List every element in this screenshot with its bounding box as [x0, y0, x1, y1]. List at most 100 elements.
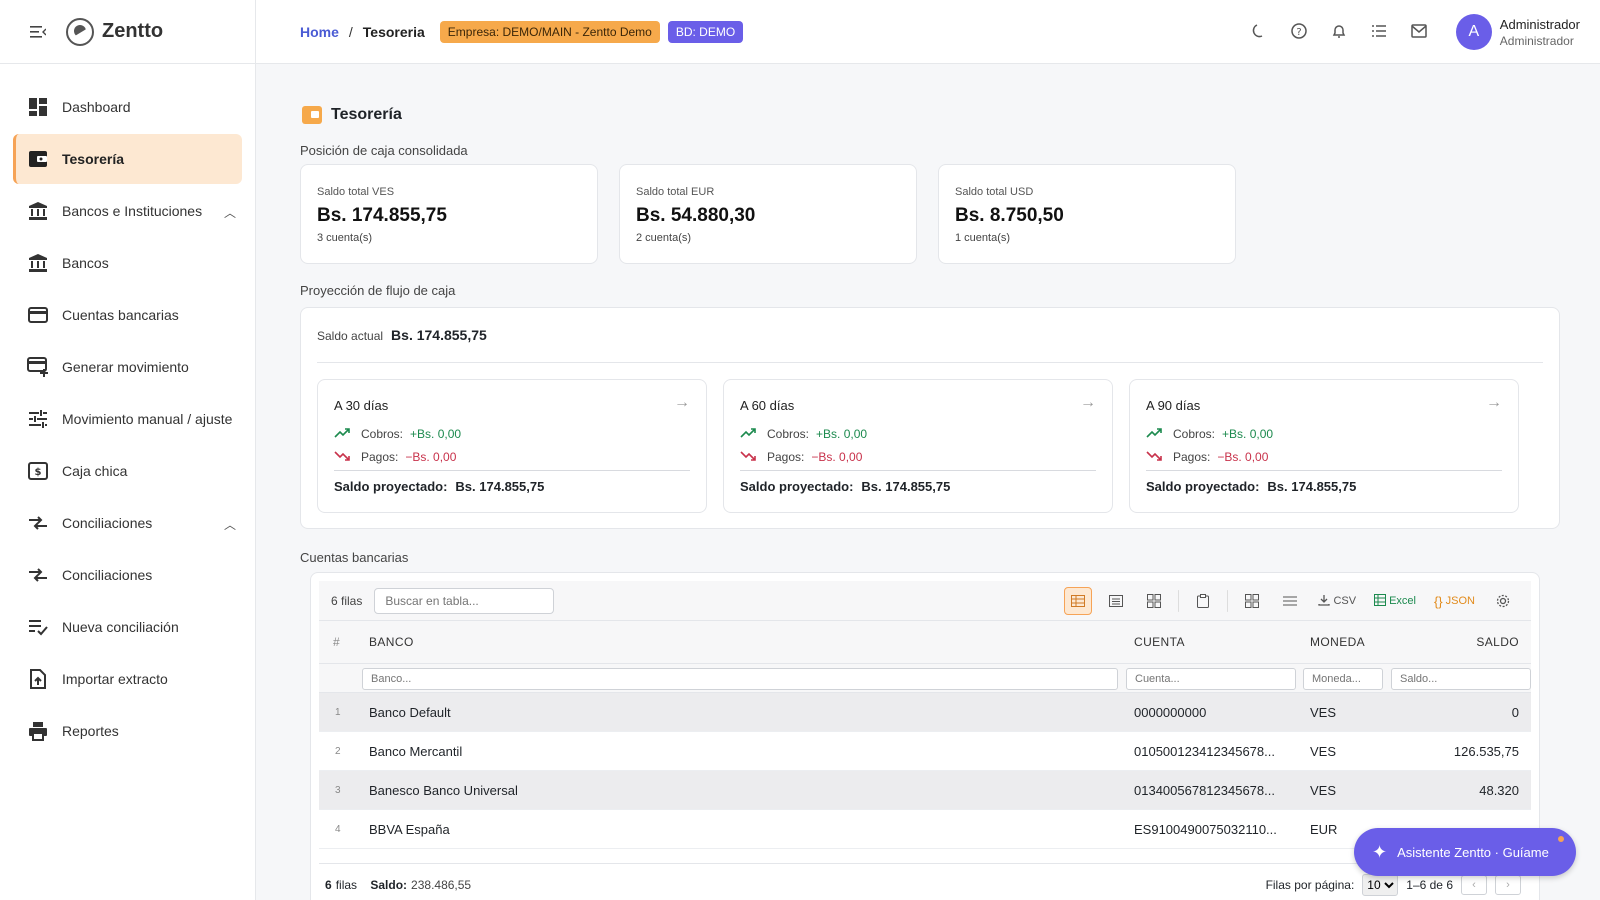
summary-card-ves: Saldo total VES Bs. 174.855,75 3 cuenta(… — [300, 164, 598, 264]
column-header-banco[interactable]: BANCO — [369, 635, 414, 649]
rows-view-icon[interactable] — [1102, 587, 1130, 615]
sidebar-item-bancos[interactable]: Bancos — [13, 238, 242, 288]
chevron-up-icon[interactable]: ︿ — [224, 204, 236, 221]
bank-icon — [27, 200, 49, 222]
sidebar-item-label: Importar extracto — [62, 671, 168, 687]
sidebar-item-movimiento-manual[interactable]: Movimiento manual / ajuste — [13, 394, 242, 444]
compare-icon — [27, 564, 49, 586]
summary-card-usd: Saldo total USD Bs. 8.750,50 1 cuenta(s) — [938, 164, 1236, 264]
tune-icon — [27, 408, 49, 430]
export-csv-button[interactable]: CSV — [1314, 587, 1360, 615]
arrow-right-icon[interactable]: → — [1080, 394, 1096, 412]
menu-collapse-icon[interactable] — [28, 22, 48, 42]
sidebar-item-caja-chica[interactable]: $ Caja chica — [13, 446, 242, 496]
notification-dot — [1558, 836, 1564, 842]
sidebar-item-label: Conciliaciones — [62, 515, 153, 531]
clipboard-icon[interactable] — [1189, 587, 1217, 615]
cobros-value: +Bs. 0,00 — [1222, 426, 1274, 441]
spreadsheet-icon — [1374, 593, 1387, 609]
sidebar-item-label: Cuentas bancarias — [62, 307, 179, 323]
projection-card: Saldo actual Bs. 174.855,75 A 30 días → … — [300, 307, 1560, 529]
sidebar-item-bancos-instituciones[interactable]: Bancos e Instituciones ︿ — [13, 186, 242, 236]
empresa-chip[interactable]: Empresa: DEMO/MAIN - Zentto Demo — [439, 20, 660, 43]
sidebar-item-generar-movimiento[interactable]: Generar movimiento — [13, 342, 242, 392]
column-header-saldo[interactable]: SALDO — [1476, 635, 1519, 649]
footer-saldo-label: Saldo: — [370, 878, 408, 892]
arrow-right-icon[interactable]: → — [1486, 394, 1502, 412]
cell-banco: Banesco Banco Universal — [369, 783, 518, 798]
cobros-label: Cobros: — [361, 426, 404, 441]
mail-icon[interactable] — [1408, 20, 1430, 42]
cash-icon: $ — [27, 460, 49, 482]
current-balance-label: Saldo actual — [317, 329, 384, 343]
summary-card-eur: Saldo total EUR Bs. 54.880,30 2 cuenta(s… — [619, 164, 917, 264]
card-add-icon — [27, 356, 49, 378]
sidebar-item-nueva-conciliacion[interactable]: Nueva conciliación — [13, 602, 242, 652]
bell-icon[interactable] — [1328, 20, 1350, 42]
download-icon — [1318, 594, 1331, 609]
pagos-value: −Bs. 0,00 — [1217, 449, 1269, 464]
cobros-label: Cobros: — [767, 426, 810, 441]
next-page-button[interactable]: › — [1495, 875, 1521, 895]
row-number: 1 — [335, 707, 341, 718]
sidebar-item-dashboard[interactable]: Dashboard — [13, 82, 242, 132]
sidebar-item-cuentas-bancarias[interactable]: Cuentas bancarias — [13, 290, 242, 340]
columns-icon[interactable] — [1238, 587, 1266, 615]
table-row[interactable]: 3 Banesco Banco Universal 01340056781234… — [319, 771, 1531, 810]
row-number: 2 — [335, 746, 341, 757]
user-name: Administrador — [1499, 16, 1580, 32]
moon-icon[interactable] — [1248, 20, 1270, 42]
compare-icon — [27, 512, 49, 534]
printer-icon — [27, 720, 49, 742]
grid-view-icon[interactable] — [1140, 587, 1168, 615]
filter-moneda-input[interactable] — [1303, 668, 1383, 690]
export-json-button[interactable]: {} JSON — [1430, 587, 1479, 615]
projection-section-label: Proyección de flujo de caja — [300, 283, 456, 298]
trending-down-icon — [334, 449, 352, 464]
projected-balance: Saldo proyectado: Bs. 174.855,75 — [1146, 479, 1356, 494]
column-header-cuenta[interactable]: CUENTA — [1134, 635, 1185, 649]
density-icon[interactable] — [1276, 587, 1304, 615]
sidebar-item-conciliaciones-group[interactable]: Conciliaciones ︿ — [13, 498, 242, 548]
column-header-moneda[interactable]: MONEDA — [1310, 635, 1365, 649]
export-excel-button[interactable]: Excel — [1370, 587, 1420, 615]
filter-banco-input[interactable] — [362, 668, 1118, 690]
assistant-button[interactable]: ✦ Asistente Zentto · Guíame — [1354, 828, 1576, 876]
topbar: Home / Tesoreria Empresa: DEMO/MAIN - Ze… — [256, 0, 1600, 64]
table-view-icon[interactable] — [1064, 587, 1093, 615]
divider — [317, 362, 1543, 363]
sidebar-item-reportes[interactable]: Reportes — [13, 706, 242, 756]
filter-saldo-input[interactable] — [1391, 668, 1531, 690]
cell-saldo: 48.320 — [1479, 783, 1519, 798]
projected-balance-value: Bs. 174.855,75 — [1267, 479, 1357, 494]
export-csv-label: CSV — [1333, 595, 1357, 607]
position-section-label: Posición de caja consolidada — [300, 143, 468, 158]
user-menu[interactable]: A Administrador Administrador — [1455, 14, 1580, 50]
column-filters — [319, 663, 1531, 693]
breadcrumb-home[interactable]: Home — [300, 24, 339, 40]
avatar[interactable]: A — [1455, 14, 1492, 50]
arrow-right-icon[interactable]: → — [674, 394, 690, 412]
database-chip[interactable]: BD: DEMO — [667, 20, 744, 43]
projection-period-60: A 60 días → Cobros: +Bs. 0,00 Pagos: −Bs… — [723, 379, 1113, 513]
help-icon[interactable]: ? — [1288, 20, 1310, 42]
sidebar-item-conciliaciones[interactable]: Conciliaciones — [13, 550, 242, 600]
rows-per-page-select[interactable]: 10 — [1362, 874, 1399, 896]
projection-period-30: A 30 días → Cobros: +Bs. 0,00 Pagos: −Bs… — [317, 379, 707, 513]
chevron-up-icon[interactable]: ︿ — [224, 516, 236, 533]
sidebar-item-tesoreria[interactable]: Tesorería — [13, 134, 242, 184]
period-title: A 90 días — [1146, 398, 1201, 413]
topbar-actions: ? — [1248, 20, 1430, 42]
table-row[interactable]: 1 Banco Default 0000000000 VES 0 — [319, 693, 1531, 732]
cell-moneda: VES — [1310, 783, 1337, 798]
prev-page-button[interactable]: ‹ — [1461, 875, 1487, 895]
gear-icon[interactable] — [1489, 587, 1517, 615]
projected-balance-value: Bs. 174.855,75 — [455, 479, 545, 494]
current-balance: Saldo actual Bs. 174.855,75 — [317, 327, 487, 343]
list-icon[interactable] — [1368, 20, 1390, 42]
table-row[interactable]: 4 BBVA España ES9100490075032110... EUR — [319, 810, 1531, 849]
table-search-input[interactable] — [374, 587, 555, 614]
filter-cuenta-input[interactable] — [1126, 668, 1296, 690]
sidebar-item-importar-extracto[interactable]: Importar extracto — [13, 654, 242, 704]
table-row[interactable]: 2 Banco Mercantil 010500123412345678... … — [319, 732, 1531, 771]
